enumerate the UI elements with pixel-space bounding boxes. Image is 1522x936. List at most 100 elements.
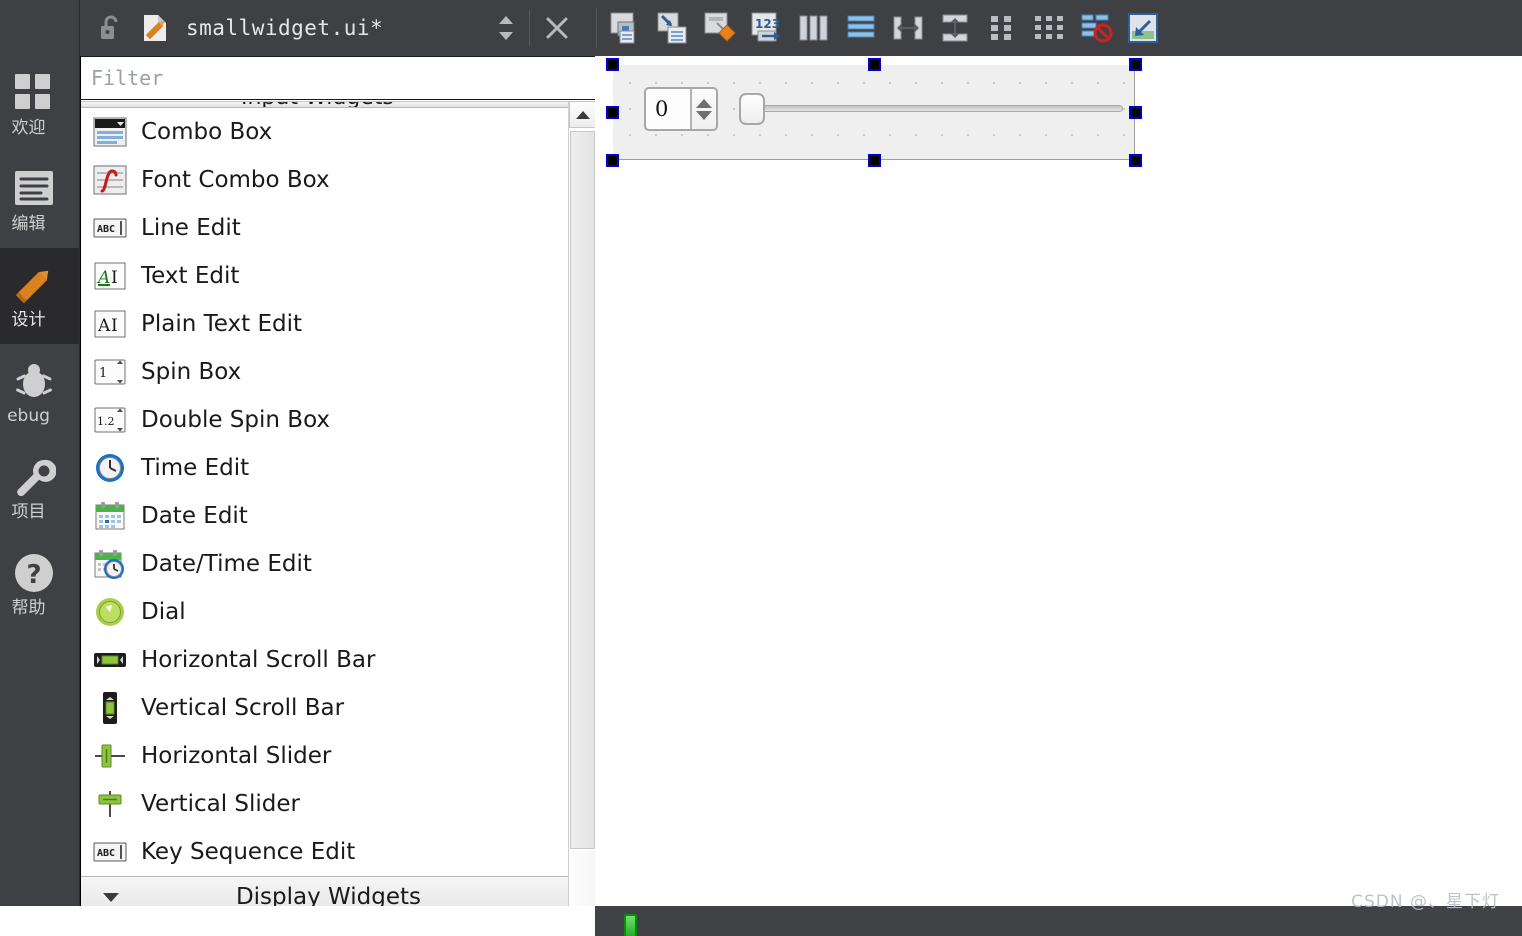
list-item[interactable]: Time Edit (81, 444, 596, 492)
time-edit-icon (91, 451, 129, 485)
list-item-label: Vertical Scroll Bar (141, 695, 345, 721)
form-spin-box[interactable]: 0 (644, 87, 718, 131)
spin-box-value[interactable]: 0 (646, 89, 690, 129)
svg-text:ABC: ABC (97, 224, 115, 235)
file-edit-icon (138, 13, 172, 43)
list-item[interactable]: 1.2 Double Spin Box (81, 396, 596, 444)
selection-handle-top-left[interactable] (606, 58, 619, 71)
list-item-label: Line Edit (141, 215, 241, 241)
svg-text:A: A (97, 316, 111, 336)
line-edit-icon: ABC (91, 211, 129, 245)
form-widget-surface[interactable]: 0 (613, 65, 1135, 160)
sidebar-item-label: 欢迎 (11, 118, 46, 138)
font-combo-box-icon (91, 163, 129, 197)
selection-handle-bottom-right[interactable] (1129, 154, 1142, 167)
plain-text-edit-icon: A I (91, 307, 129, 341)
triangle-up-icon[interactable] (696, 98, 712, 108)
list-item[interactable]: ABC Line Edit (81, 204, 596, 252)
list-item-label: Horizontal Scroll Bar (141, 647, 376, 673)
list-item[interactable]: Horizontal Slider (81, 732, 596, 780)
sidebar-item-label: 帮助 (11, 598, 46, 618)
list-item[interactable]: Horizontal Scroll Bar (81, 636, 596, 684)
widget-tree[interactable]: Input Widgets Combo Box (81, 101, 596, 936)
edit-widgets-button[interactable] (602, 6, 649, 50)
list-item-label: Time Edit (141, 455, 250, 481)
triangle-down-icon[interactable] (696, 110, 712, 120)
selection-handle-middle-right[interactable] (1129, 106, 1142, 119)
layout-form-button[interactable] (978, 6, 1025, 50)
close-icon[interactable] (540, 12, 574, 44)
layout-grid-button[interactable] (1025, 6, 1072, 50)
list-item[interactable]: Date Edit (81, 492, 596, 540)
spin-box-arrows[interactable] (690, 89, 716, 129)
editor-toolbar: smallwidget.ui* 123 (80, 0, 1522, 56)
sidebar-item-label: ebug (7, 406, 50, 426)
layout-horizontally-button[interactable] (790, 6, 837, 50)
widget-box-scrollbar[interactable] (568, 101, 596, 936)
key-sequence-edit-icon: ABC (91, 835, 129, 869)
selected-form-widget[interactable]: 0 (606, 58, 1142, 167)
layout-splitter-vertical-button[interactable] (931, 6, 978, 50)
run-green-indicator[interactable] (624, 914, 637, 936)
double-spin-box-icon: 1.2 (91, 403, 129, 437)
list-item-label: Key Sequence Edit (141, 839, 356, 865)
svg-text:123: 123 (755, 17, 780, 31)
list-item[interactable]: Vertical Scroll Bar (81, 684, 596, 732)
layout-splitter-horizontal-button[interactable] (884, 6, 931, 50)
sidebar-item-design[interactable]: 设计 (0, 248, 79, 344)
watermark-text: CSDN @、星下灯 (1351, 892, 1500, 912)
svg-text:?: ? (26, 560, 41, 590)
status-bar-left-pad (0, 906, 595, 936)
chevron-down-icon (91, 890, 131, 904)
list-item[interactable]: Combo Box (81, 108, 596, 156)
edit-buddies-button[interactable] (696, 6, 743, 50)
edit-lines-icon (12, 166, 56, 212)
list-item-label: Text Edit (141, 263, 240, 289)
edit-signals-slots-button[interactable] (649, 6, 696, 50)
list-item-label: Spin Box (141, 359, 242, 385)
list-item[interactable]: Font Combo Box (81, 156, 596, 204)
filter-field-wrapper (81, 56, 596, 100)
qt-creator-window: 欢迎 编辑 设计 ebug 项目 ? 帮助 smallwidget.ui* 12… (0, 0, 1522, 936)
chevron-up-icon[interactable] (569, 101, 596, 128)
list-item[interactable]: Dial (81, 588, 596, 636)
list-item[interactable]: 1 Spin Box (81, 348, 596, 396)
edit-tab-order-button[interactable]: 123 (743, 6, 790, 50)
debug-bug-icon (12, 358, 56, 404)
document-title: smallwidget.ui* (186, 16, 384, 40)
list-item[interactable]: A I Text Edit (81, 252, 596, 300)
form-horizontal-slider[interactable] (739, 93, 1123, 125)
toolbar-section-divider (596, 8, 597, 48)
adjust-size-button[interactable] (1119, 6, 1166, 50)
selection-handle-middle-left[interactable] (606, 106, 619, 119)
list-item[interactable]: Date/Time Edit (81, 540, 596, 588)
search-input[interactable] (81, 57, 595, 99)
layout-vertically-button[interactable] (837, 6, 884, 50)
list-item[interactable]: ABC Key Sequence Edit (81, 828, 596, 876)
split-editor-icon[interactable] (492, 13, 520, 43)
scrollbar-thumb[interactable] (570, 131, 595, 849)
section-header-partial[interactable]: Input Widgets (81, 102, 596, 108)
sidebar-top-corner (0, 0, 80, 56)
sidebar-item-help[interactable]: ? 帮助 (0, 536, 79, 632)
date-edit-icon (91, 499, 129, 533)
list-item[interactable]: Vertical Slider (81, 780, 596, 828)
designer-action-toolbar: 123 (602, 0, 1166, 56)
sidebar-item-debug[interactable]: ebug (0, 344, 79, 440)
form-design-canvas[interactable]: 0 (595, 56, 1522, 906)
sidebar-item-welcome[interactable]: 欢迎 (0, 56, 79, 152)
slider-groove[interactable] (757, 105, 1123, 112)
selection-handle-top-center[interactable] (868, 58, 881, 71)
sidebar-item-projects[interactable]: 项目 (0, 440, 79, 536)
unlocked-padlock-icon[interactable] (94, 14, 128, 42)
list-item[interactable]: A I Plain Text Edit (81, 300, 596, 348)
selection-handle-bottom-center[interactable] (868, 154, 881, 167)
mode-selector-sidebar: 欢迎 编辑 设计 ebug 项目 ? 帮助 (0, 0, 80, 936)
slider-handle[interactable] (739, 93, 765, 125)
selection-handle-bottom-left[interactable] (606, 154, 619, 167)
sidebar-item-edit[interactable]: 编辑 (0, 152, 79, 248)
selection-handle-top-right[interactable] (1129, 58, 1142, 71)
list-item-label: Font Combo Box (141, 167, 330, 193)
list-item-label: Date Edit (141, 503, 248, 529)
break-layout-button[interactable] (1072, 6, 1119, 50)
